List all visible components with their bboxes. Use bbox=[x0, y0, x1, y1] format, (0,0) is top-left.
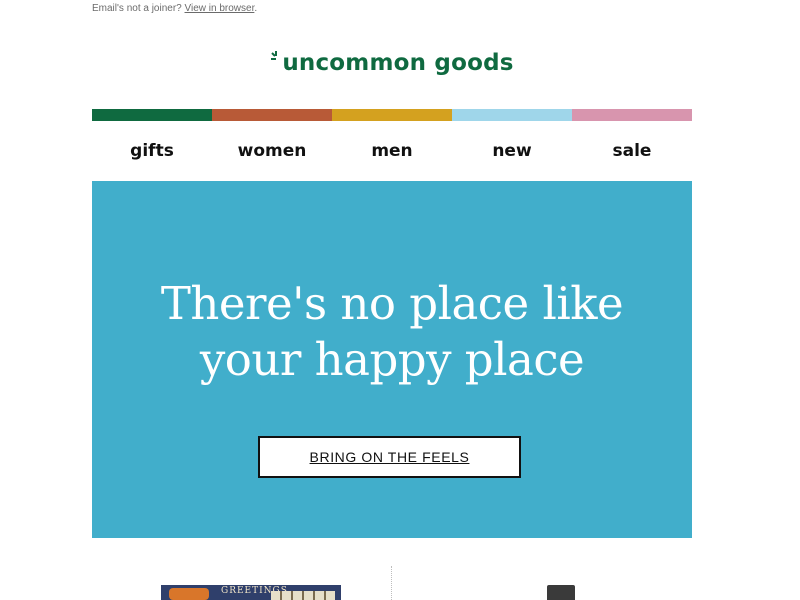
brand-logo[interactable]: uncommon goods bbox=[92, 50, 692, 84]
product-image-blocks bbox=[271, 591, 335, 600]
hero-banner[interactable]: There's no place like your happy place B… bbox=[92, 181, 692, 538]
product-grid: GREETINGS bbox=[92, 560, 692, 600]
preheader: Email's not a joiner? View in browser. bbox=[92, 3, 257, 14]
nav-item-men[interactable]: men bbox=[332, 134, 452, 168]
nav-item-new[interactable]: new bbox=[452, 134, 572, 168]
bring-on-the-feels-button[interactable]: BRING ON THE FEELS bbox=[258, 436, 521, 478]
hero-headline-line-2: your happy place bbox=[199, 333, 585, 386]
logo-wordmark: uncommon goods bbox=[282, 50, 514, 76]
strip-segment-gifts bbox=[92, 109, 212, 121]
strip-segment-men bbox=[332, 109, 452, 121]
category-color-strip bbox=[92, 109, 692, 121]
strip-segment-women bbox=[212, 109, 332, 121]
hero-headline-line-1: There's no place like bbox=[160, 277, 624, 330]
strip-segment-new bbox=[452, 109, 572, 121]
preheader-text: Email's not a joiner? bbox=[92, 3, 182, 14]
nav-item-women[interactable]: women bbox=[212, 134, 332, 168]
product-divider bbox=[391, 566, 392, 600]
product-image-right[interactable] bbox=[547, 585, 575, 600]
preheader-trail: . bbox=[254, 3, 258, 14]
product-image-left[interactable]: GREETINGS bbox=[161, 585, 341, 600]
strip-segment-sale bbox=[572, 109, 692, 121]
hero-headline: There's no place like your happy place bbox=[92, 276, 692, 388]
spark-icon bbox=[271, 51, 278, 60]
nav-item-sale[interactable]: sale bbox=[572, 134, 692, 168]
nav-item-gifts[interactable]: gifts bbox=[92, 134, 212, 168]
view-in-browser-link[interactable]: View in browser bbox=[185, 3, 255, 14]
product-image-decoration bbox=[169, 588, 209, 600]
category-nav: gifts women men new sale bbox=[92, 134, 692, 168]
